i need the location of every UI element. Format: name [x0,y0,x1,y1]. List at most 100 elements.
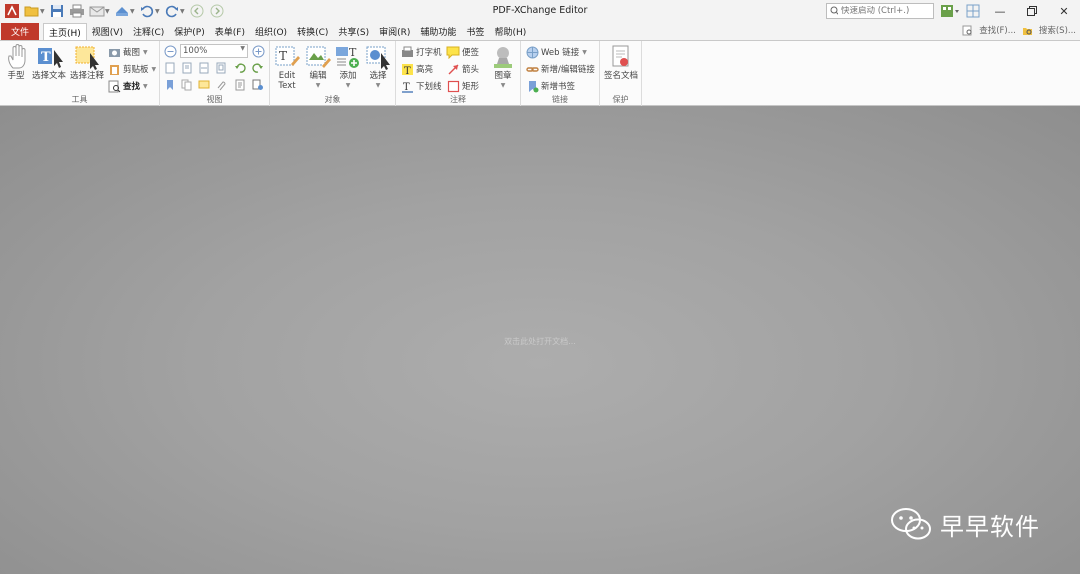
quick-launch-box[interactable] [826,3,934,19]
comments-pane-button[interactable] [197,78,211,92]
fit-width-button[interactable] [197,61,211,75]
tab-accessibility[interactable]: 辅助功能 [415,23,461,40]
select-text-label: 选择文本 [31,71,66,81]
fit-page-button[interactable] [180,61,194,75]
rectangle-button[interactable]: 矩形 [446,78,479,94]
tab-help[interactable]: 帮助(H) [489,23,531,40]
find-icon [962,25,972,35]
snapshot-button[interactable]: 截图 ▼ [107,44,148,60]
close-button[interactable]: ✕ [1048,0,1080,22]
group-label-comments: 注释 [450,95,466,104]
properties-pane-button[interactable] [233,78,247,92]
back-icon[interactable] [189,3,205,19]
tab-home[interactable]: 主页(H) [43,23,87,40]
open-folder-icon[interactable] [24,3,40,19]
sticky-note-button[interactable]: 便签 [446,44,479,60]
save-icon[interactable] [49,3,65,19]
chevron-down-icon[interactable]: ▼ [105,8,111,15]
tab-convert[interactable]: 转换(C) [292,23,333,40]
document-area[interactable]: 双击此处打开文档... 早早软件 [0,106,1080,574]
quick-launch-input[interactable] [841,6,933,16]
chevron-down-icon[interactable]: ▼ [180,8,186,15]
underline-button[interactable]: T 下划线 [400,78,442,94]
edit-objects-button[interactable]: 编辑 ▼ [303,43,333,91]
highlight-icon: T [401,63,413,76]
chevron-down-icon: ▼ [143,82,148,90]
hand-icon [8,44,26,69]
chevron-down-icon: ▼ [143,48,148,56]
snapshot-label: 截图 [123,48,141,58]
search-button[interactable]: 搜索(S)... [1022,24,1076,36]
select-text-button[interactable]: T 选择文本 [31,43,67,81]
underline-icon: T [401,82,413,93]
edit-text-button[interactable]: T Edit Text [272,43,302,91]
email-icon[interactable] [89,3,105,19]
edit-objects-icon [306,46,331,68]
ui-options-button[interactable] [938,2,962,20]
restore-button[interactable] [1016,0,1048,22]
edit-text-label-1: Edit [278,71,296,81]
add-bookmark-button[interactable]: 新增书签 [525,78,575,94]
hand-tool-button[interactable]: 手型 [2,43,30,81]
forward-icon[interactable] [209,3,225,19]
scan-icon[interactable] [114,3,130,19]
welcome-message[interactable]: 双击此处打开文档... [0,336,1080,347]
redo-icon[interactable] [164,3,180,19]
settings-pane-button[interactable] [251,78,265,92]
chevron-down-icon[interactable]: ▼ [40,8,46,15]
tab-share[interactable]: 共享(S) [333,23,374,40]
zoom-select[interactable]: 100% ▼ [180,44,248,58]
stamp-icon [494,47,512,68]
watermark: 早早软件 [890,506,1040,542]
rotate-left-button[interactable] [233,61,247,75]
rotate-right-button[interactable] [251,61,265,75]
tab-form[interactable]: 表单(F) [210,23,250,40]
highlight-button[interactable]: T 高亮 [400,61,433,77]
sign-document-button[interactable]: 签名文档 [601,43,641,81]
zoom-in-icon [252,45,264,57]
arrow-button[interactable]: 箭头 [446,61,479,77]
app-logo-icon[interactable] [4,3,20,19]
attachment-icon [217,81,226,91]
tab-bookmarks[interactable]: 书签 [461,23,489,40]
minimize-button[interactable]: — [984,0,1016,22]
select-comment-button[interactable]: 选择注释 [68,43,106,81]
print-icon[interactable] [69,3,85,19]
minimize-icon: — [994,4,1006,18]
fit-visible-button[interactable] [214,61,228,75]
camera-icon [108,48,120,57]
edit-text-label-2: Text [278,81,296,91]
add-edit-link-button[interactable]: 新增/编辑链接 [525,61,595,77]
search-label: 搜索(S)... [1038,26,1076,36]
bookmarks-pane-button[interactable] [163,78,177,92]
typewriter-icon [401,46,413,57]
grid-view-button[interactable] [965,2,981,20]
attachments-pane-button[interactable] [214,78,228,92]
add-object-button[interactable]: T 添加 ▼ [333,43,363,91]
clipboard-button[interactable]: 剪贴板 ▼ [107,61,156,77]
tab-review[interactable]: 审阅(R) [374,23,415,40]
tab-view[interactable]: 视图(V) [87,23,128,40]
zoom-out-button[interactable] [163,44,177,58]
web-links-button[interactable]: Web 链接 ▼ [525,44,587,60]
find-button[interactable]: 查找(F)... [962,24,1016,36]
stamp-button[interactable]: 图章 ▼ [488,43,518,91]
group-label-view: 视图 [206,95,223,104]
gear-page-icon [252,79,263,90]
pages-pane-button[interactable] [180,78,194,92]
tab-protect[interactable]: 保护(P) [169,23,209,40]
chevron-down-icon[interactable]: ▼ [155,8,161,15]
svg-text:T: T [404,66,411,76]
svg-text:T: T [349,46,357,59]
find-tool-button[interactable]: 查找 ▼ [107,78,148,94]
zoom-value: 100% [183,46,208,56]
tab-organize[interactable]: 组织(O) [250,23,292,40]
chevron-down-icon[interactable]: ▼ [130,8,136,15]
undo-icon[interactable] [139,3,155,19]
file-menu[interactable]: 文件 [1,23,39,40]
actual-size-button[interactable] [163,61,177,75]
select-object-button[interactable]: 选择 ▼ [363,43,393,91]
zoom-in-button[interactable] [251,44,265,58]
tab-comment[interactable]: 注释(C) [128,23,169,40]
typewriter-button[interactable]: 打字机 [400,44,442,60]
